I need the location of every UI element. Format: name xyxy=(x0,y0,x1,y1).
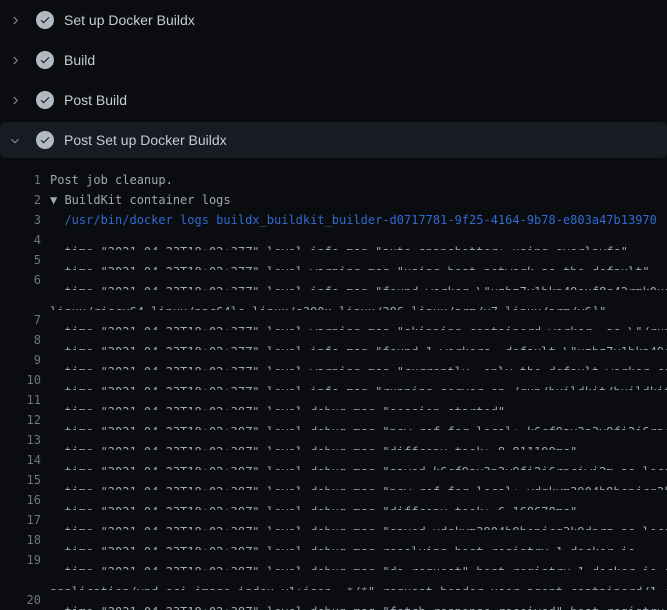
log-text: Post job cleanup. xyxy=(41,170,173,190)
step-row[interactable]: Build xyxy=(0,40,667,80)
line-number[interactable]: 17 xyxy=(0,510,41,530)
log-line: 18 time="2021-04-23T18:02:38Z" level=deb… xyxy=(0,530,667,550)
log-text: time="2021-04-23T18:02:37Z" level=info m… xyxy=(41,282,667,290)
line-number[interactable]: 20 xyxy=(0,590,41,610)
log-text: time="2021-04-23T18:02:37Z" level=info m… xyxy=(41,382,667,390)
log-text: time="2021-04-23T18:02:38Z" level=debug … xyxy=(41,602,667,610)
log-text: time="2021-04-23T18:02:37Z" level=warnin… xyxy=(41,362,667,370)
log-text: time="2021-04-23T18:02:38Z" level=debug … xyxy=(41,542,635,550)
step-row[interactable]: Set up Docker Buildx xyxy=(0,0,667,40)
line-number[interactable]: 2 xyxy=(0,190,41,210)
chevron-right-icon[interactable] xyxy=(9,12,21,28)
log-text: time="2021-04-23T18:02:38Z" level=debug … xyxy=(41,502,577,510)
log-text: time="2021-04-23T18:02:37Z" level=warnin… xyxy=(41,322,667,330)
line-number[interactable]: 4 xyxy=(0,230,41,250)
log-text: application/vnd.oci.image.index.v1+json,… xyxy=(41,582,667,590)
log-line: application/vnd.oci.image.index.v1+json,… xyxy=(0,570,667,590)
line-number[interactable]: 1 xyxy=(0,170,41,190)
log-line: 17 time="2021-04-23T18:02:38Z" level=deb… xyxy=(0,510,667,530)
line-number[interactable]: 7 xyxy=(0,310,41,330)
check-circle-icon xyxy=(36,51,54,69)
chevron-right-icon[interactable] xyxy=(9,92,21,108)
step-label: Post Build xyxy=(64,92,127,108)
line-number[interactable]: 10 xyxy=(0,370,41,390)
log-text: time="2021-04-23T18:02:37Z" level=warnin… xyxy=(41,262,650,270)
log-line: 11 time="2021-04-23T18:02:38Z" level=deb… xyxy=(0,390,667,410)
line-number[interactable]: 13 xyxy=(0,430,41,450)
log-line: 19 time="2021-04-23T18:02:38Z" level=deb… xyxy=(0,550,667,570)
line-number[interactable]: 5 xyxy=(0,250,41,270)
log-text: time="2021-04-23T18:02:37Z" level=info m… xyxy=(41,342,667,350)
line-number[interactable]: 14 xyxy=(0,450,41,470)
line-number[interactable]: 12 xyxy=(0,410,41,430)
log-line: linux/riscv64 linux/ppc64le linux/s390x … xyxy=(0,290,667,310)
log-line: 13 time="2021-04-23T18:02:38Z" level=deb… xyxy=(0,430,667,450)
log-line: 8 time="2021-04-23T18:02:37Z" level=info… xyxy=(0,330,667,350)
log-text: time="2021-04-23T18:02:37Z" level=info m… xyxy=(41,242,628,250)
chevron-right-icon[interactable] xyxy=(9,52,21,68)
log-line: 9 time="2021-04-23T18:02:37Z" level=warn… xyxy=(0,350,667,370)
step-label: Build xyxy=(64,52,95,68)
log-line: 10 time="2021-04-23T18:02:37Z" level=inf… xyxy=(0,370,667,390)
log-group-header[interactable]: ▼ BuildKit container logs xyxy=(41,190,231,210)
log-line: 20 time="2021-04-23T18:02:38Z" level=deb… xyxy=(0,590,667,610)
log-line: 3 /usr/bin/docker logs buildx_buildkit_b… xyxy=(0,210,667,230)
log-line: 1 Post job cleanup. xyxy=(0,170,667,190)
log-text: time="2021-04-23T18:02:38Z" level=debug … xyxy=(41,482,667,490)
line-number[interactable]: 19 xyxy=(0,550,41,570)
line-number[interactable]: 11 xyxy=(0,390,41,410)
log-lines: 1 Post job cleanup. 2 ▼ BuildKit contain… xyxy=(0,170,667,610)
log-text: time="2021-04-23T18:02:38Z" level=debug … xyxy=(41,462,667,470)
line-number[interactable] xyxy=(0,570,41,590)
triangle-down-icon[interactable]: ▼ xyxy=(50,193,64,207)
steps-list: Set up Docker Buildx Build xyxy=(0,0,667,158)
log-command-text: /usr/bin/docker logs buildx_buildkit_bui… xyxy=(41,210,657,230)
log-line: 15 time="2021-04-23T18:02:38Z" level=deb… xyxy=(0,470,667,490)
log-line: 12 time="2021-04-23T18:02:38Z" level=deb… xyxy=(0,410,667,430)
line-number[interactable] xyxy=(0,290,41,310)
log-line: 14 time="2021-04-23T18:02:38Z" level=deb… xyxy=(0,450,667,470)
check-circle-icon xyxy=(36,11,54,29)
log-line: 6 time="2021-04-23T18:02:37Z" level=info… xyxy=(0,270,667,290)
line-number[interactable]: 8 xyxy=(0,330,41,350)
log-group-title[interactable]: BuildKit container logs xyxy=(64,193,230,207)
chevron-down-icon[interactable] xyxy=(9,132,21,148)
line-number[interactable]: 16 xyxy=(0,490,41,510)
log-text: time="2021-04-23T18:02:38Z" level=debug … xyxy=(41,402,505,410)
log-text: time="2021-04-23T18:02:38Z" level=debug … xyxy=(41,422,667,430)
log-text: time="2021-04-23T18:02:38Z" level=debug … xyxy=(41,522,667,530)
check-circle-icon xyxy=(36,131,54,149)
line-number[interactable]: 15 xyxy=(0,470,41,490)
step-label: Set up Docker Buildx xyxy=(64,12,195,28)
log-text: linux/riscv64 linux/ppc64le linux/s390x … xyxy=(41,302,606,310)
line-number[interactable]: 9 xyxy=(0,350,41,370)
log-line: 7 time="2021-04-23T18:02:37Z" level=warn… xyxy=(0,310,667,330)
log-line: 16 time="2021-04-23T18:02:38Z" level=deb… xyxy=(0,490,667,510)
step-row[interactable]: Post Set up Docker Buildx xyxy=(0,122,667,158)
line-number[interactable]: 6 xyxy=(0,270,41,290)
log-line: 5 time="2021-04-23T18:02:37Z" level=warn… xyxy=(0,250,667,270)
actions-log-viewer: Set up Docker Buildx Build xyxy=(0,0,667,610)
line-number[interactable]: 18 xyxy=(0,530,41,550)
step-row[interactable]: Post Build xyxy=(0,80,667,120)
step-label: Post Set up Docker Buildx xyxy=(64,132,227,148)
check-circle-icon xyxy=(36,91,54,109)
line-number[interactable]: 3 xyxy=(0,210,41,230)
log-line: 2 ▼ BuildKit container logs xyxy=(0,190,667,210)
log-text: time="2021-04-23T18:02:38Z" level=debug … xyxy=(41,562,667,570)
log-line: 4 time="2021-04-23T18:02:37Z" level=info… xyxy=(0,230,667,250)
log-text: time="2021-04-23T18:02:38Z" level=debug … xyxy=(41,442,577,450)
